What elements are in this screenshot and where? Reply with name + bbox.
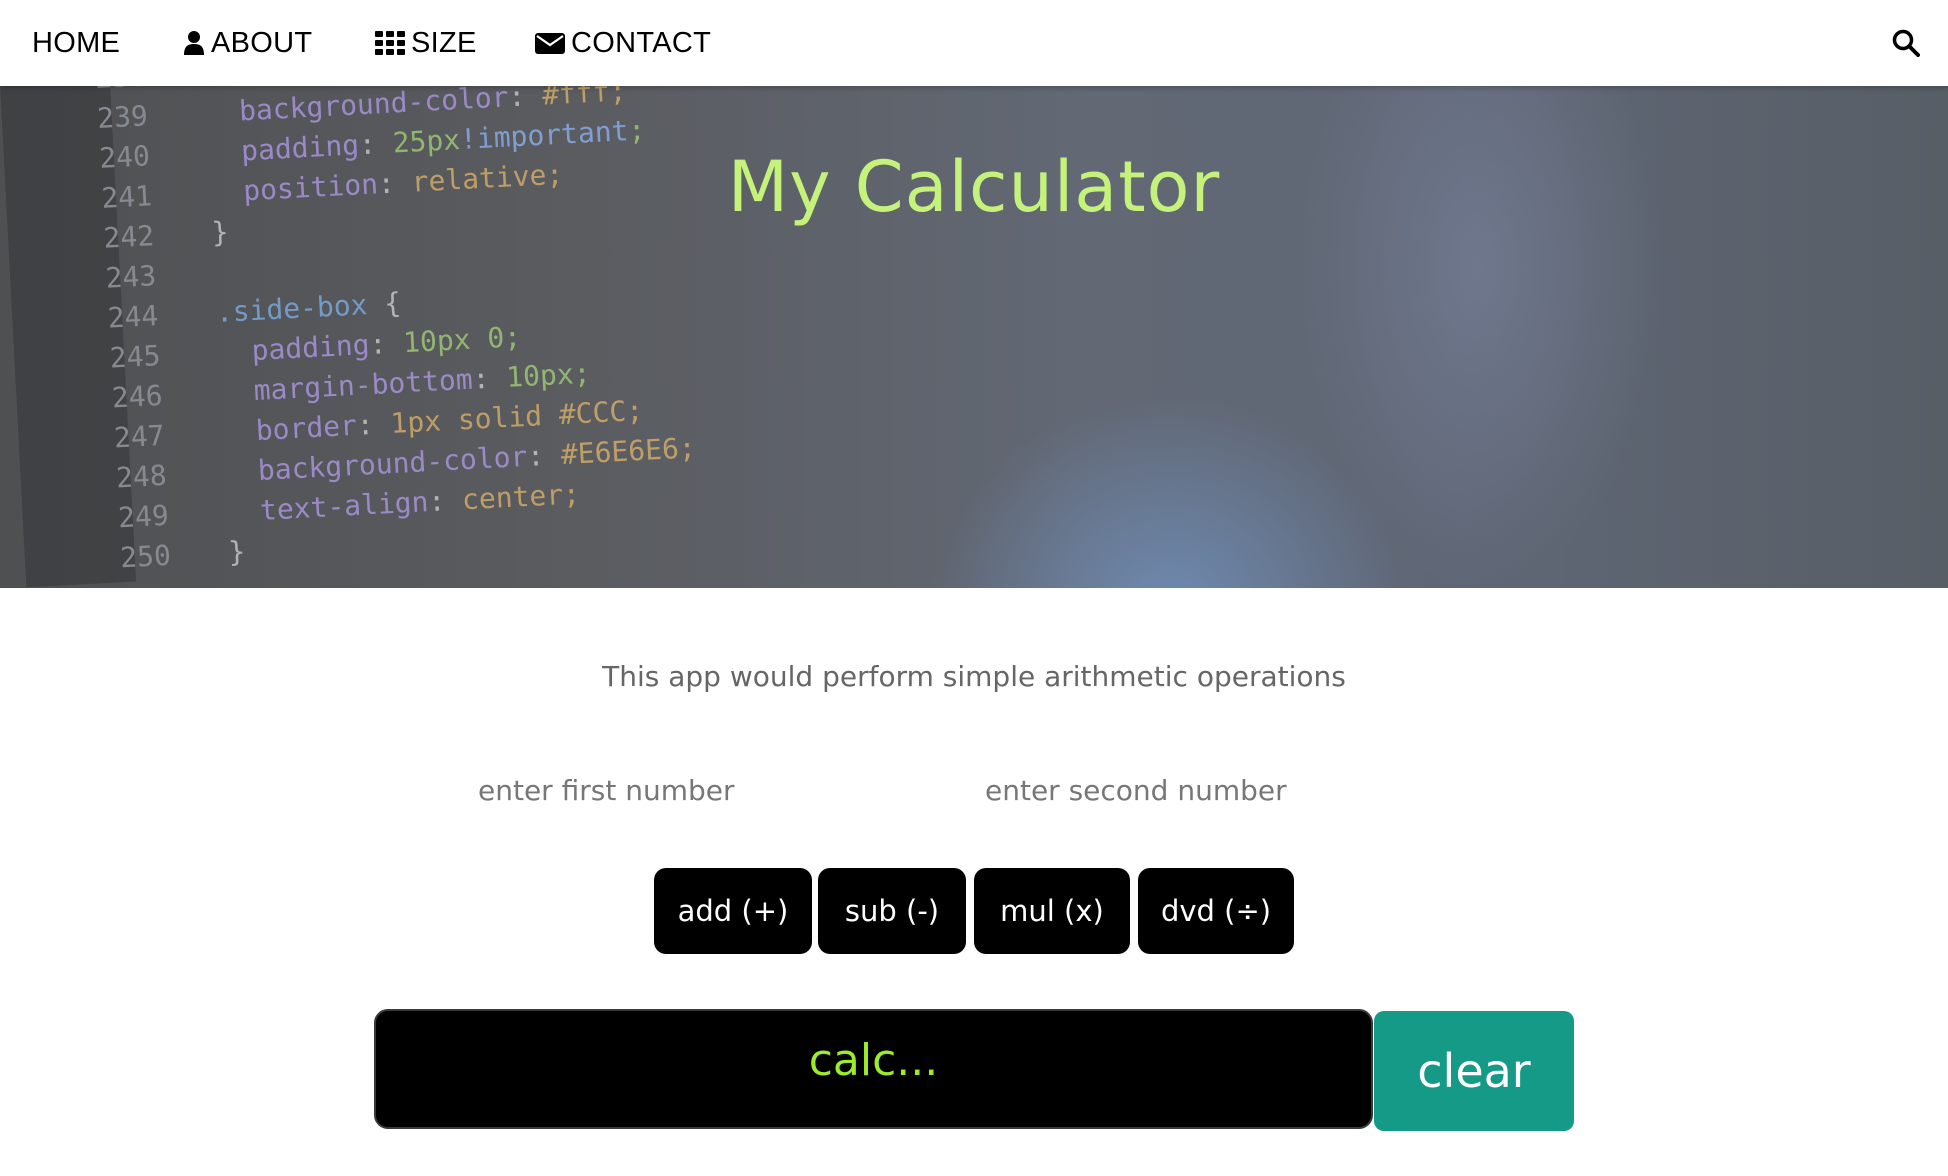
hero-banner: 238 box-shadow: 0 1px 1px239 background-… bbox=[0, 86, 1948, 588]
search-button[interactable] bbox=[1886, 0, 1926, 86]
page-title: My Calculator bbox=[727, 146, 1221, 228]
first-number-input[interactable] bbox=[476, 764, 820, 816]
multiply-button[interactable]: mul (x) bbox=[974, 868, 1130, 954]
subtract-button-label: sub (-) bbox=[844, 894, 940, 928]
second-number-input[interactable] bbox=[983, 764, 1327, 816]
nav-home-label: HOME bbox=[32, 26, 121, 59]
search-icon bbox=[1892, 29, 1920, 57]
nav-about-label: ABOUT bbox=[211, 26, 313, 59]
nav-size[interactable]: SIZE bbox=[375, 0, 477, 86]
result-display: calc... bbox=[374, 1009, 1373, 1129]
nav-size-label: SIZE bbox=[411, 26, 477, 59]
clear-button[interactable]: clear bbox=[1374, 1011, 1574, 1131]
divide-button[interactable]: dvd (÷) bbox=[1138, 868, 1294, 954]
user-icon bbox=[184, 31, 204, 55]
nav-contact-label: CONTACT bbox=[571, 26, 712, 59]
result-text: calc... bbox=[808, 1035, 939, 1086]
multiply-button-label: mul (x) bbox=[1000, 894, 1104, 928]
divide-button-label: dvd (÷) bbox=[1160, 894, 1272, 928]
subtract-button[interactable]: sub (-) bbox=[818, 868, 966, 954]
navbar: HOME ABOUT SIZE CONTACT bbox=[0, 0, 1948, 86]
nav-about[interactable]: ABOUT bbox=[183, 0, 312, 86]
app-description: This app would perform simple arithmetic… bbox=[602, 660, 1346, 693]
nav-home[interactable]: HOME bbox=[32, 0, 120, 86]
clear-button-label: clear bbox=[1417, 1044, 1531, 1098]
grid-icon bbox=[375, 31, 405, 55]
nav-contact[interactable]: CONTACT bbox=[535, 0, 711, 86]
add-button-label: add (+) bbox=[677, 894, 789, 928]
add-button[interactable]: add (+) bbox=[654, 868, 812, 954]
envelope-icon bbox=[535, 33, 565, 54]
